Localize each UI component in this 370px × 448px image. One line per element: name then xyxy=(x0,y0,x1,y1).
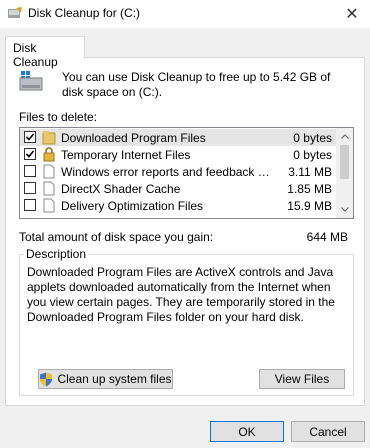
cancel-label: Cancel xyxy=(309,424,347,439)
view-files-label: View Files xyxy=(274,372,330,386)
title-bar[interactable]: Disk Cleanup for (C:) ✕ xyxy=(0,0,370,28)
clean-up-system-files-label: Clean up system files xyxy=(57,372,172,386)
file-size: 0 bytes xyxy=(293,131,332,145)
file-size: 1.85 MB xyxy=(287,182,332,196)
view-files-button[interactable]: View Files xyxy=(259,369,345,389)
list-item[interactable]: Downloaded Program Files 0 bytes xyxy=(20,129,336,146)
checkbox[interactable] xyxy=(24,165,36,177)
file-name: DirectX Shader Cache xyxy=(61,182,181,196)
file-name: Delivery Optimization Files xyxy=(61,199,204,213)
file-name: Downloaded Program Files xyxy=(61,131,206,145)
file-icon xyxy=(43,181,55,196)
shield-icon xyxy=(40,372,53,386)
description-text: Downloaded Program Files are ActiveX con… xyxy=(27,265,335,324)
file-name: Temporary Internet Files xyxy=(61,148,191,162)
ok-label: OK xyxy=(238,424,256,439)
file-size: 0 bytes xyxy=(293,148,332,162)
clean-up-system-files-button[interactable]: Clean up system files xyxy=(38,369,173,389)
tab-label: Disk Cleanup xyxy=(13,41,58,69)
disk-cleanup-window: Disk Cleanup for (C:) ✕ Disk Cleanup You… xyxy=(0,0,370,448)
scroll-thumb[interactable] xyxy=(340,145,349,179)
total-label: Total amount of disk space you gain: xyxy=(19,230,214,244)
checkbox[interactable] xyxy=(24,199,36,211)
list-item[interactable]: Delivery Optimization Files 15.9 MB xyxy=(20,197,336,214)
window-title: Disk Cleanup for (C:) xyxy=(28,6,141,20)
files-to-delete-label: Files to delete: xyxy=(19,110,98,124)
folder-icon xyxy=(42,131,56,145)
file-size: 3.11 MB xyxy=(288,165,332,179)
info-text: You can use Disk Cleanup to free up to 5… xyxy=(62,70,331,99)
file-icon xyxy=(43,164,55,179)
list-item[interactable]: Temporary Internet Files 0 bytes xyxy=(20,146,336,163)
list-item[interactable]: Windows error reports and feedback di...… xyxy=(20,163,336,180)
tab-panel: You can use Disk Cleanup to free up to 5… xyxy=(5,57,365,406)
file-icon xyxy=(43,198,55,213)
file-size: 15.9 MB xyxy=(287,199,332,213)
scroll-down-arrow-icon[interactable] xyxy=(336,201,353,218)
ok-button[interactable]: OK xyxy=(210,421,284,442)
drive-icon xyxy=(19,71,43,91)
lock-icon xyxy=(43,147,55,162)
description-group: Description Downloaded Program Files are… xyxy=(19,247,354,396)
file-name: Windows error reports and feedback di... xyxy=(61,165,271,179)
cancel-button[interactable]: Cancel xyxy=(291,421,365,442)
total-value: 644 MB xyxy=(306,230,348,244)
files-list[interactable]: Downloaded Program Files 0 bytes Tempora… xyxy=(19,127,354,219)
checkbox[interactable] xyxy=(24,148,36,160)
list-item[interactable]: DirectX Shader Cache 1.85 MB xyxy=(20,180,336,197)
scroll-up-arrow-icon[interactable] xyxy=(336,128,353,145)
checkbox[interactable] xyxy=(24,131,36,143)
description-title: Description xyxy=(24,247,89,261)
checkbox[interactable] xyxy=(24,182,36,194)
list-scrollbar[interactable] xyxy=(336,128,353,218)
close-icon[interactable]: ✕ xyxy=(334,0,370,28)
tab-disk-cleanup[interactable]: Disk Cleanup xyxy=(5,36,85,69)
disk-cleanup-icon xyxy=(8,7,22,18)
